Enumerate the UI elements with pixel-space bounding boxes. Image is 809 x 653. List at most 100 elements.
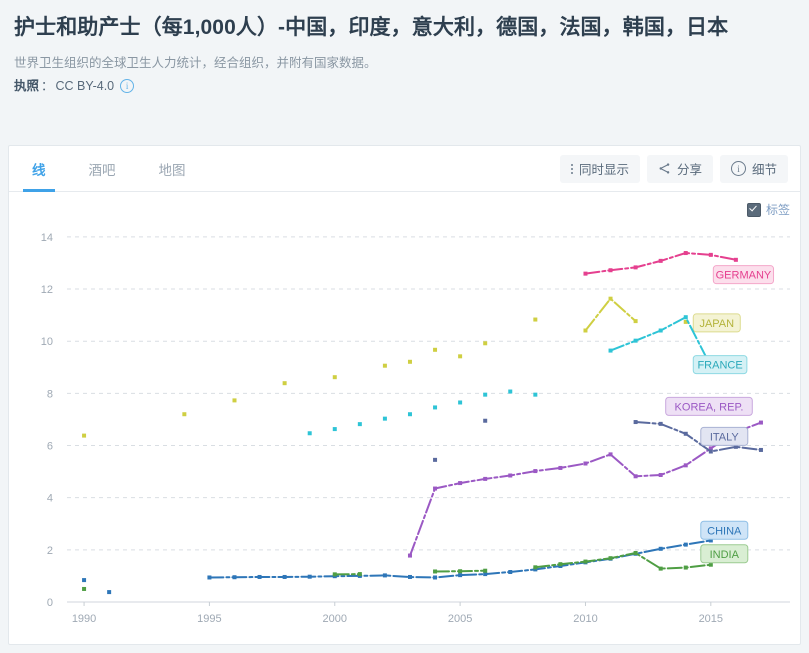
data-point[interactable] bbox=[458, 569, 463, 574]
data-point[interactable] bbox=[558, 465, 563, 470]
chart-card: 线 酒吧 地图 同时显示 分享 i 细节 标签 0 2 4 6 8 10 12 … bbox=[8, 145, 801, 645]
data-point[interactable] bbox=[382, 363, 387, 368]
details-button[interactable]: i 细节 bbox=[719, 154, 788, 183]
data-point[interactable] bbox=[683, 251, 688, 256]
info-icon[interactable]: i bbox=[120, 79, 135, 93]
data-point[interactable] bbox=[683, 431, 688, 436]
y-tick-label: 14 bbox=[41, 232, 53, 244]
data-point[interactable] bbox=[483, 341, 488, 346]
data-point[interactable] bbox=[633, 420, 638, 425]
license-value[interactable]: CC BY-4.0 bbox=[56, 78, 115, 94]
data-point[interactable] bbox=[633, 550, 638, 555]
data-point[interactable] bbox=[658, 421, 663, 426]
data-point[interactable] bbox=[433, 405, 438, 410]
data-point[interactable] bbox=[407, 574, 412, 579]
data-point[interactable] bbox=[332, 572, 337, 577]
y-tick-label: 8 bbox=[47, 388, 53, 400]
data-point[interactable] bbox=[583, 328, 588, 333]
info-circle-icon: i bbox=[730, 161, 746, 176]
data-point[interactable] bbox=[82, 586, 87, 591]
data-point[interactable] bbox=[407, 553, 412, 558]
data-point[interactable] bbox=[533, 565, 538, 570]
data-point[interactable] bbox=[207, 575, 212, 580]
data-point[interactable] bbox=[708, 562, 713, 567]
data-point[interactable] bbox=[633, 265, 638, 270]
data-point[interactable] bbox=[558, 562, 563, 567]
data-point[interactable] bbox=[182, 412, 187, 417]
data-point[interactable] bbox=[508, 473, 513, 478]
page-title: 护士和助产士（每1,000人）-中国，印度，意大利，德国，法国，韩国，日本 bbox=[14, 16, 729, 39]
data-point[interactable] bbox=[583, 271, 588, 276]
data-point[interactable] bbox=[407, 412, 412, 417]
data-point[interactable] bbox=[533, 469, 538, 474]
tab-bar-chart[interactable]: 酒吧 bbox=[84, 146, 121, 191]
data-point[interactable] bbox=[708, 252, 713, 257]
data-point[interactable] bbox=[658, 258, 663, 263]
data-point[interactable] bbox=[708, 449, 713, 454]
data-point[interactable] bbox=[357, 422, 362, 427]
data-point[interactable] bbox=[332, 427, 337, 432]
data-point[interactable] bbox=[608, 348, 613, 353]
data-point[interactable] bbox=[758, 420, 763, 425]
data-point[interactable] bbox=[82, 433, 87, 438]
data-point[interactable] bbox=[382, 573, 387, 578]
data-point[interactable] bbox=[683, 565, 688, 570]
line-chart-svg: 0 2 4 6 8 10 12 14 1990 1995 2000 2005 2010 2015 GERMA… bbox=[41, 232, 790, 625]
data-point[interactable] bbox=[583, 559, 588, 564]
data-point[interactable] bbox=[608, 296, 613, 301]
data-point[interactable] bbox=[232, 398, 237, 403]
data-point[interactable] bbox=[407, 359, 412, 364]
data-point[interactable] bbox=[357, 572, 362, 577]
simultaneous-display-button[interactable]: 同时显示 bbox=[559, 154, 640, 183]
data-point[interactable] bbox=[733, 257, 738, 262]
data-point[interactable] bbox=[633, 338, 638, 343]
data-point[interactable] bbox=[608, 452, 613, 457]
data-point[interactable] bbox=[633, 474, 638, 479]
series-germany: GERMANY bbox=[583, 251, 775, 285]
data-point[interactable] bbox=[257, 574, 262, 579]
data-point[interactable] bbox=[332, 375, 337, 380]
data-point[interactable] bbox=[608, 268, 613, 273]
data-point[interactable] bbox=[433, 486, 438, 491]
data-point[interactable] bbox=[458, 354, 463, 359]
tab-map[interactable]: 地图 bbox=[154, 146, 191, 191]
data-point[interactable] bbox=[483, 418, 488, 423]
data-point[interactable] bbox=[533, 392, 538, 397]
x-tick-label: 2005 bbox=[448, 613, 472, 625]
data-point[interactable] bbox=[658, 472, 663, 477]
data-point[interactable] bbox=[508, 389, 513, 394]
data-point[interactable] bbox=[608, 556, 613, 561]
data-point[interactable] bbox=[633, 319, 638, 324]
tab-line[interactable]: 线 bbox=[23, 146, 54, 192]
data-point[interactable] bbox=[307, 431, 312, 436]
data-point[interactable] bbox=[282, 381, 287, 386]
data-point[interactable] bbox=[232, 575, 237, 580]
data-point[interactable] bbox=[508, 570, 513, 575]
data-point[interactable] bbox=[82, 578, 87, 583]
data-point[interactable] bbox=[382, 416, 387, 421]
data-point[interactable] bbox=[483, 392, 488, 397]
data-point[interactable] bbox=[433, 575, 438, 580]
data-point[interactable] bbox=[483, 476, 488, 481]
data-point[interactable] bbox=[458, 400, 463, 405]
data-point[interactable] bbox=[458, 573, 463, 578]
data-point[interactable] bbox=[658, 328, 663, 333]
data-point[interactable] bbox=[758, 447, 763, 452]
data-point[interactable] bbox=[433, 457, 438, 462]
data-point[interactable] bbox=[683, 315, 688, 320]
data-point[interactable] bbox=[683, 463, 688, 468]
data-point[interactable] bbox=[107, 590, 112, 595]
data-point[interactable] bbox=[282, 574, 287, 579]
data-point[interactable] bbox=[533, 317, 538, 322]
y-tick-label: 2 bbox=[47, 545, 53, 557]
data-point[interactable] bbox=[683, 542, 688, 547]
data-point[interactable] bbox=[658, 546, 663, 551]
data-point[interactable] bbox=[458, 481, 463, 486]
share-button[interactable]: 分享 bbox=[646, 154, 713, 183]
data-point[interactable] bbox=[433, 347, 438, 352]
data-point[interactable] bbox=[658, 566, 663, 571]
data-point[interactable] bbox=[433, 569, 438, 574]
data-point[interactable] bbox=[583, 461, 588, 466]
data-point[interactable] bbox=[307, 574, 312, 579]
data-point[interactable] bbox=[483, 568, 488, 573]
